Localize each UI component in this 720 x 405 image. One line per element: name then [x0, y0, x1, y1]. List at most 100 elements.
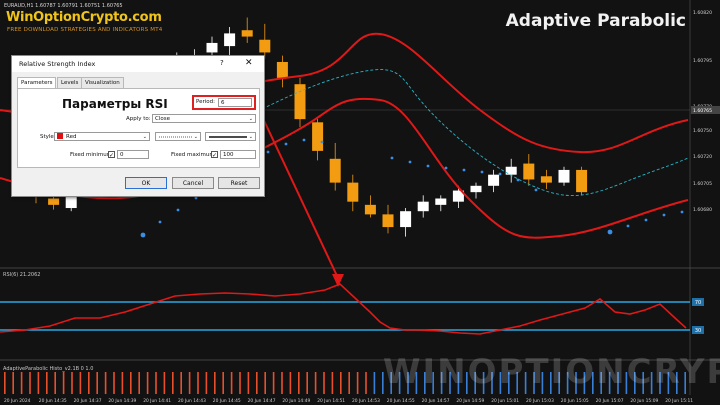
tab-levels[interactable]: Levels [57, 77, 83, 88]
help-icon[interactable]: ? [220, 59, 224, 67]
cancel-button[interactable]: Cancel [172, 177, 214, 189]
rsi-level-70-label: 70 [695, 300, 701, 306]
candle-body [523, 163, 535, 180]
price-label: 1.60750 [693, 128, 712, 134]
sar-dot [444, 166, 448, 170]
apply-to-value: Close [155, 116, 170, 122]
candle-body [576, 169, 588, 193]
histogram-bar [146, 372, 149, 394]
fixed-maximum-checkbox[interactable]: ✓ [211, 151, 218, 159]
sar-dot [176, 208, 180, 212]
rsi-indicator-label: RSI(6) 21.2062 [3, 272, 41, 278]
candle-body [312, 122, 324, 151]
candle-body [364, 204, 376, 215]
fixed-maximum-input[interactable]: 100 [220, 150, 256, 159]
histogram-bar [214, 372, 216, 394]
candle-body [540, 176, 552, 183]
histogram-bar [230, 372, 233, 394]
histogram-bar [12, 372, 14, 394]
histogram-bar [314, 372, 317, 394]
histogram-bar [96, 372, 98, 394]
candle-body [276, 61, 288, 78]
histogram-bar [138, 372, 140, 394]
histogram-bar [331, 372, 334, 394]
histogram-bar [104, 372, 107, 394]
time-label: 20 Jun 14:53 [352, 398, 380, 404]
trading-terminal: 1.608201.607951.607701.607501.607201.607… [0, 0, 720, 405]
sar-dot [158, 220, 162, 224]
parameters-panel: Параметры RSI Period: 6 Apply to: Close … [17, 88, 260, 168]
price-label: 1.60820 [693, 10, 712, 16]
time-label: 20 Jun 15:03 [526, 398, 554, 404]
thick-line-icon [209, 136, 247, 138]
sar-dot [266, 150, 270, 154]
sar-dot [498, 172, 502, 176]
histogram-bar [29, 372, 31, 394]
time-label: 20 Jun 14:35 [39, 398, 67, 404]
histogram-bar [289, 372, 292, 394]
histogram-bar [130, 372, 132, 394]
ok-button[interactable]: OK [125, 177, 167, 189]
sar-dot [284, 142, 288, 146]
candle-body [329, 158, 341, 183]
time-label: 20 Jun 14:55 [387, 398, 415, 404]
price-label: 1.60680 [693, 207, 712, 213]
candle-body [259, 39, 271, 53]
sar-dot [390, 156, 394, 160]
time-label: 20 Jun 14:59 [456, 398, 484, 404]
candle-body [48, 198, 60, 205]
histogram-bar [121, 372, 124, 394]
time-label: 20 Jun 14:57 [422, 398, 450, 404]
dialog-titlebar[interactable]: Relative Strength Index ? ✕ [12, 56, 264, 72]
period-label: Period: [196, 99, 216, 105]
histogram-bar [264, 372, 266, 394]
tab-visualization[interactable]: Visualization [81, 77, 124, 88]
apply-to-select[interactable]: Close ⌄ [152, 114, 256, 123]
sar-dot [140, 232, 146, 238]
candle-body [558, 169, 570, 183]
watermark: WINOPTIONCRYPTO.COM [383, 352, 720, 392]
line-style-select[interactable]: ⌄ [155, 132, 201, 141]
sar-dot [607, 229, 613, 235]
dashed-line-icon [159, 136, 193, 138]
close-icon[interactable]: ✕ [245, 58, 253, 68]
period-input[interactable]: 6 [218, 98, 252, 107]
candle [576, 166, 588, 196]
histogram-bar [163, 372, 166, 394]
dialog-title: Relative Strength Index [19, 60, 96, 68]
histogram-bar [256, 372, 258, 394]
sar-dot [426, 164, 430, 168]
line-width-select[interactable]: ⌄ [205, 132, 256, 141]
histogram-bar [348, 372, 350, 394]
style-color-select[interactable]: Red ⌄ [54, 132, 150, 141]
candle-body [224, 33, 236, 47]
histogram-bar [247, 372, 250, 394]
histogram-bar [205, 372, 208, 394]
candle-body [417, 201, 429, 212]
brand-logo-text: WinOptionCrypto.com [6, 10, 162, 25]
candle-body [400, 211, 412, 228]
chevron-down-icon: ⌄ [193, 134, 198, 140]
candle-body [65, 195, 77, 209]
histogram-bar [222, 372, 224, 394]
candle-body [488, 174, 500, 186]
fixed-minimum-input[interactable]: 0 [117, 150, 149, 159]
time-label: 20 Jun 2024 [4, 398, 31, 404]
reset-button[interactable]: Reset [218, 177, 260, 189]
histogram-indicator-label: AdaptiveParabolic Histo_v2.1B 0 1.0 [3, 366, 94, 372]
fixed-minimum-checkbox[interactable]: ✓ [108, 151, 115, 159]
time-label: 20 Jun 15:01 [491, 398, 519, 404]
candle-body [382, 214, 394, 228]
parameters-heading: Параметры RSI [62, 97, 168, 111]
histogram-bar [323, 372, 325, 394]
current-price-label: 1.60765 [693, 108, 712, 114]
histogram-bar [373, 372, 376, 394]
histogram-bar [54, 372, 56, 394]
time-label: 20 Jun 14:37 [74, 398, 102, 404]
candle-body [347, 182, 359, 202]
rsi-properties-dialog[interactable]: Relative Strength Index ? ✕ Parameters L… [11, 55, 265, 197]
time-label: 20 Jun 15:07 [596, 398, 624, 404]
histogram-bar [71, 372, 73, 394]
histogram-bar [272, 372, 275, 394]
chart-title: Adaptive Parabolic [505, 11, 686, 31]
